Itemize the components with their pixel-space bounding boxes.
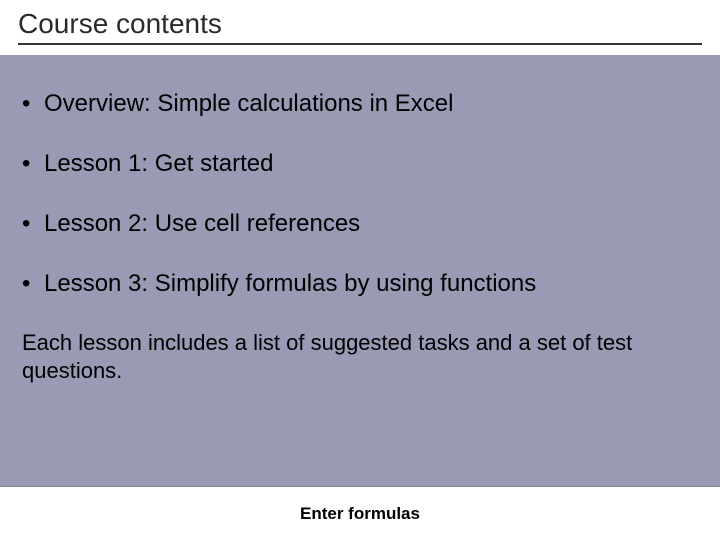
slide-title: Course contents [18, 8, 702, 40]
footer-area: Enter formulas [0, 486, 720, 540]
note-text: Each lesson includes a list of suggested… [22, 329, 662, 384]
body-area: Overview: Simple calculations in Excel L… [0, 55, 720, 486]
bullet-item: Lesson 1: Get started [22, 149, 698, 179]
bullet-list: Overview: Simple calculations in Excel L… [22, 89, 698, 299]
bullet-item: Overview: Simple calculations in Excel [22, 89, 698, 119]
slide: Course contents Overview: Simple calcula… [0, 0, 720, 540]
title-area: Course contents [0, 0, 720, 55]
footer-text: Enter formulas [300, 504, 420, 524]
title-underline [18, 43, 702, 45]
bullet-item: Lesson 2: Use cell references [22, 209, 698, 239]
bullet-item: Lesson 3: Simplify formulas by using fun… [22, 269, 698, 299]
